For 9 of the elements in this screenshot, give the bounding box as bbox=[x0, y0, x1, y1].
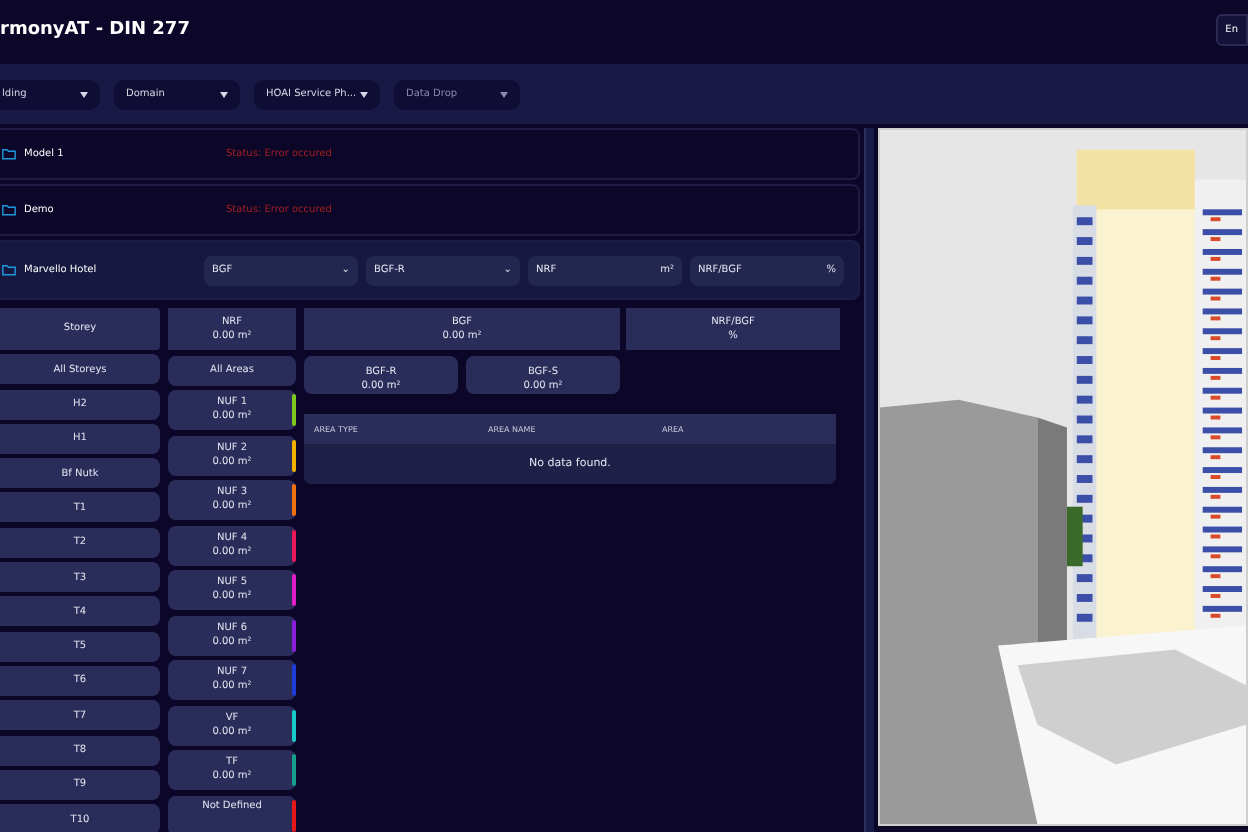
app-title: rmonyAT - DIN 277 bbox=[0, 20, 190, 40]
folder-icon bbox=[2, 264, 16, 276]
caret-icon bbox=[80, 91, 88, 97]
folder-icon bbox=[2, 204, 16, 216]
splitter-handle[interactable] bbox=[864, 128, 874, 832]
caret-icon bbox=[360, 91, 368, 97]
caret-icon bbox=[500, 91, 508, 97]
caret-icon bbox=[220, 91, 228, 97]
folder-icon bbox=[2, 148, 16, 160]
